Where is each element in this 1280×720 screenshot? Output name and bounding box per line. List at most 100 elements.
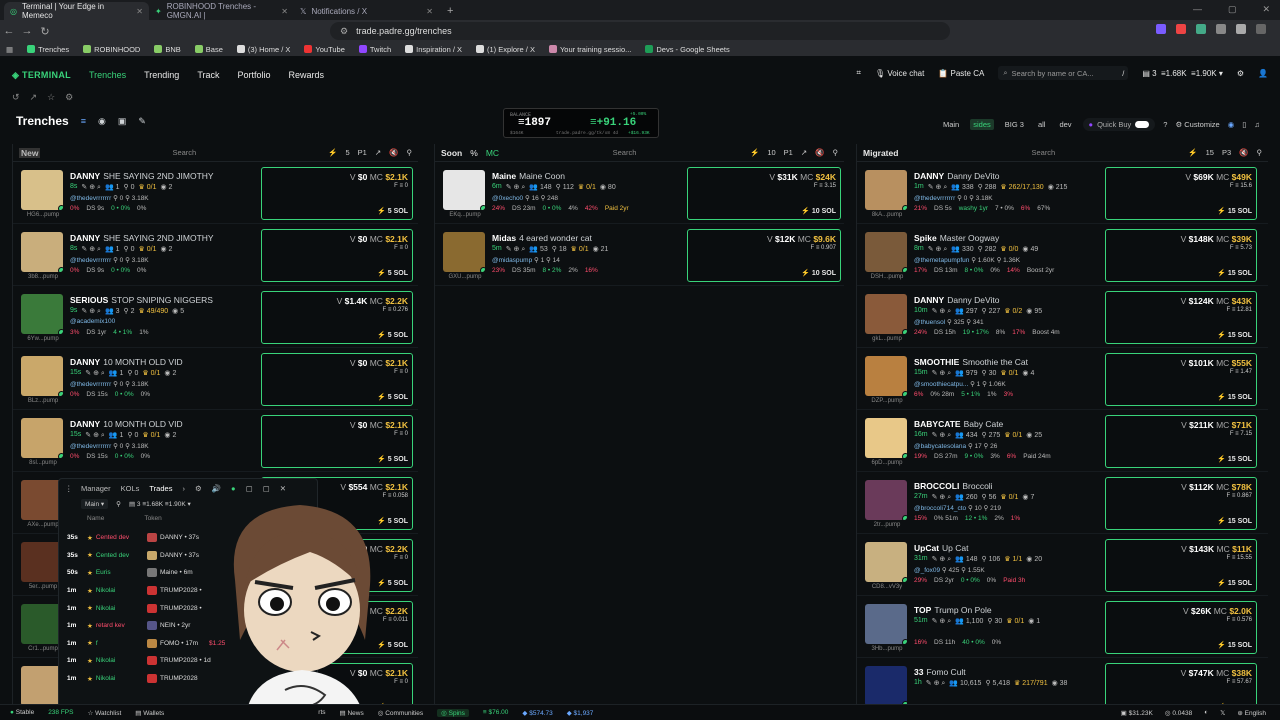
nav-rewards[interactable]: Rewards	[289, 70, 325, 80]
extension-icon[interactable]	[1176, 24, 1186, 34]
token-card[interactable]: DSH...pump Spike Master Oogway 8m ✎ ⊕ ⌕ 👥 330…	[857, 224, 1268, 286]
search-input[interactable]: ⌕ Search by name or CA... /	[998, 66, 1129, 80]
buy-sol-button[interactable]: ⚡ 15 SOL	[1217, 517, 1252, 525]
bell-icon[interactable]: ♫	[1254, 120, 1260, 129]
mute-icon[interactable]: 🔇	[1239, 148, 1248, 157]
column-search[interactable]: Search	[613, 148, 637, 157]
chart-icon[interactable]: ↗	[375, 148, 381, 157]
eye-icon[interactable]: ◉	[1228, 120, 1235, 129]
dev-handle[interactable]: @thuensol	[914, 319, 945, 326]
token-address[interactable]: BLz...pump	[17, 398, 69, 404]
quick-buy-toggle[interactable]: ● Quick Buy	[1082, 118, 1156, 131]
square-icon[interactable]: ▣	[118, 116, 127, 127]
minimize-icon[interactable]: —	[1193, 4, 1202, 15]
token-address[interactable]: 8kA...pump	[861, 212, 913, 218]
bookmark[interactable]: BNB	[154, 45, 181, 54]
scan-icon[interactable]: ⌗	[857, 68, 862, 78]
token-card[interactable]: 6Yw...pump SERIOUS STOP SNIPING NIGGERS 9s ✎…	[13, 286, 418, 348]
chart-icon[interactable]: ↗	[801, 148, 807, 157]
dev-handle[interactable]: @smoothiecatpu...	[914, 381, 968, 388]
token-address[interactable]: 3b8...pump	[17, 274, 69, 280]
token-address[interactable]: 2tr...pump	[861, 522, 913, 528]
buy-sol-button[interactable]: ⚡ 15 SOL	[1217, 579, 1252, 587]
token-avatar[interactable]	[21, 356, 63, 396]
filter-big3[interactable]: BIG 3	[1002, 119, 1027, 130]
nav-trending[interactable]: Trending	[144, 70, 179, 80]
apps-icon[interactable]: ▦	[6, 45, 13, 54]
quick-buy-box[interactable]: V $69K MC $49K F ≡ 15.6 ⚡ 15 SOL	[1105, 167, 1257, 220]
buy-sol-button[interactable]: ⚡ 5 SOL	[377, 207, 408, 215]
token-card[interactable]: BLz...pump DANNY 10 MONTH OLD VID 15s ✎ ⊕ ⌕ 👥…	[13, 348, 418, 410]
close-window-icon[interactable]: ✕	[1262, 4, 1270, 15]
token-avatar[interactable]	[21, 542, 63, 582]
preset[interactable]: P1	[358, 148, 367, 157]
new-tab-button[interactable]: +	[439, 2, 461, 20]
language-select[interactable]: ⊕ English	[1237, 709, 1266, 717]
lightning-icon[interactable]: ⚡	[1188, 148, 1197, 157]
column-search[interactable]: Search	[1031, 148, 1055, 157]
bookmark[interactable]: Devs - Google Sheets	[645, 45, 730, 54]
tab-manager[interactable]: Manager	[81, 484, 111, 493]
browser-tab[interactable]: ◎ Terminal | Your Edge in Memeco ✕	[4, 2, 149, 20]
preset-select[interactable]: Main ▾	[81, 499, 109, 509]
quick-buy-box[interactable]: V $124K MC $43K F ≡ 12.81 ⚡ 15 SOL	[1105, 291, 1257, 344]
globe-icon[interactable]: ◉	[98, 116, 106, 127]
nav-trenches[interactable]: Trenches	[89, 70, 126, 80]
column-search[interactable]: Search	[172, 148, 196, 157]
browser-tab[interactable]: ✦ ROBINHOOD Trenches - GMGN.AI | ✕	[149, 2, 294, 20]
token-avatar[interactable]	[865, 356, 907, 396]
token-avatar[interactable]	[865, 294, 907, 334]
lightning-icon[interactable]: ⚡	[750, 148, 759, 157]
bookmark[interactable]: YouTube	[304, 45, 345, 54]
token-avatar[interactable]	[865, 418, 907, 458]
quick-buy-box[interactable]: V $211K MC $71K F ≡ 7.15 ⚡ 15 SOL	[1105, 415, 1257, 468]
quick-buy-box[interactable]: V $0 MC $2.1KF ≡ 0 ⚡ 5 SOL	[261, 229, 413, 282]
settings-icon[interactable]: ⚙	[195, 484, 202, 493]
token-address[interactable]: GXU...pump	[439, 274, 491, 280]
token-address[interactable]: 3Hb...pump	[861, 646, 913, 652]
quick-buy-box[interactable]: V $1.4K MC $2.2K F ≡ 0.276 ⚡ 5 SOL	[261, 291, 413, 344]
forward-icon[interactable]: →	[18, 25, 36, 37]
spins-button[interactable]: ◎ Spins	[437, 708, 469, 717]
bookmark[interactable]: Trenches	[27, 45, 69, 54]
token-card[interactable]: 8kA...pump DANNY Danny DeVito 1m ✎ ⊕ ⌕ 👥 338 ⚲…	[857, 162, 1268, 224]
token-avatar[interactable]	[21, 294, 63, 334]
mute-icon[interactable]: 🔇	[815, 148, 824, 157]
token-address[interactable]: 8sl...pump	[17, 460, 69, 466]
bookmark-icon[interactable]: ▯	[1242, 120, 1246, 129]
buy-sol-button[interactable]: ⚡ 15 SOL	[1217, 269, 1252, 277]
extension-icon[interactable]	[1156, 24, 1166, 34]
filter-sides[interactable]: sides	[970, 119, 994, 130]
mute-icon[interactable]: 🔇	[389, 148, 398, 157]
balance-widget[interactable]: BALANCE ≡1897 ≡+91.16 $164K trade.padre.…	[503, 108, 659, 138]
bookmark[interactable]: (3) Home / X	[236, 45, 290, 54]
quick-buy-box[interactable]: V $143K MC $11K F ≡ 15.55 ⚡ 15 SOL	[1105, 539, 1257, 592]
dev-handle[interactable]: @babycatesolana	[914, 443, 966, 450]
token-address[interactable]: DSH...pump	[861, 274, 913, 280]
token-address[interactable]: EKq...pump	[439, 212, 491, 218]
buy-sol-button[interactable]: ⚡ 15 SOL	[1217, 393, 1252, 401]
token-card[interactable]: DZP...pump SMOOTHIE Smoothie the Cat 15m ✎ ⊕…	[857, 348, 1268, 410]
preset[interactable]: P3	[1222, 148, 1231, 157]
drag-handle-icon[interactable]: ⋮	[65, 484, 73, 493]
sol-amount[interactable]: 5	[346, 148, 350, 157]
dev-handle[interactable]: @thedevrrrrrrr	[70, 381, 111, 388]
bookmark[interactable]: Your training sessio...	[548, 45, 631, 54]
buy-sol-button[interactable]: ⚡ 5 SOL	[377, 331, 408, 339]
token-address[interactable]: gkL...pump	[861, 336, 913, 342]
dev-handle[interactable]: @academix100	[70, 318, 115, 325]
menu-icon[interactable]	[1256, 24, 1266, 34]
quick-buy-box[interactable]: V $12K MC $9.6K F ≡ 0.907 ⚡ 10 SOL	[687, 229, 841, 282]
sol-amount[interactable]: 10	[767, 148, 775, 157]
quick-buy-box[interactable]: V $31K MC $24K F ≡ 3.15 ⚡ 10 SOL	[687, 167, 841, 220]
tab-kols[interactable]: KOLs	[121, 484, 140, 493]
close-tab-icon[interactable]: ✕	[426, 7, 433, 16]
bookmark[interactable]: ROBINHOOD	[83, 45, 140, 54]
buy-sol-button[interactable]: ⚡ 15 SOL	[1217, 641, 1252, 649]
token-card[interactable]: GXU...pump Midas 4 eared wonder cat 5m ✎ ⊕ ⌕…	[435, 224, 844, 286]
communities-button[interactable]: ◎ Communities	[378, 709, 423, 717]
token-avatar[interactable]	[865, 604, 907, 644]
token-card[interactable]: EKq...pump Maine Maine Coon 6m ✎ ⊕ ⌕ 👥 148 ⚲ 1…	[435, 162, 844, 224]
token-card[interactable]: CD8...vV3y UpCat Up Cat 31m ✎ ⊕ ⌕ 👥 148 ⚲ 106 ♛…	[857, 534, 1268, 596]
logo[interactable]: ◈ TERMINAL	[12, 70, 71, 81]
